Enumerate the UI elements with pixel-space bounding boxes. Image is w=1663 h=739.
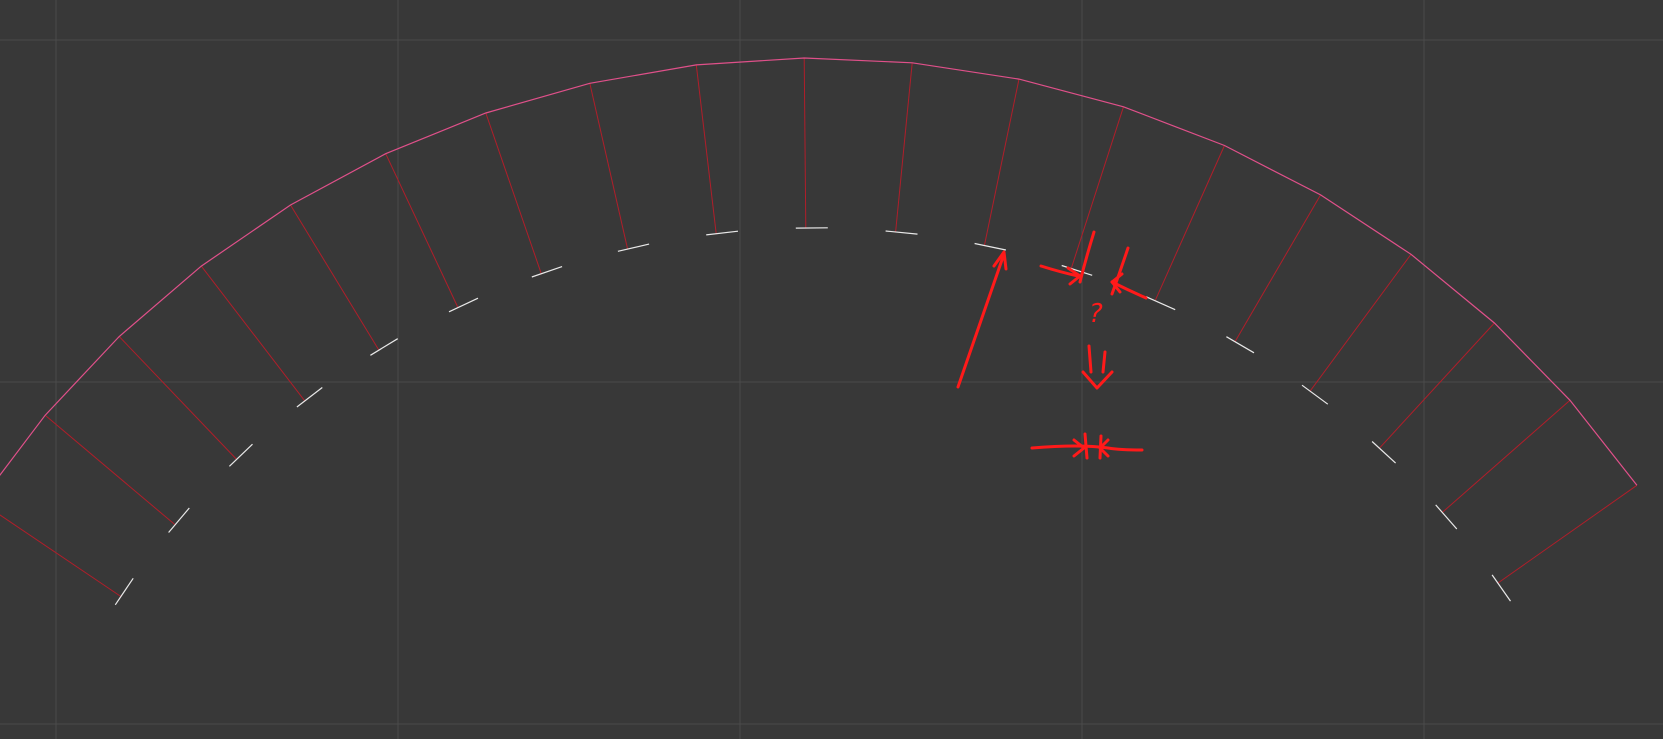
normal-line [1070,106,1124,269]
tick-mark [1371,441,1397,464]
normal-line [1309,254,1412,392]
tick-mark [1491,574,1511,602]
normal-line [695,64,717,234]
pointer-arrow [956,252,1006,389]
offset-tick-marks [114,227,1511,606]
normal-line [589,83,629,250]
tick-mark [1145,296,1176,311]
tick-mark [448,297,479,313]
tick-mark [706,230,739,236]
question-mark: ? [1089,299,1103,329]
normal-line [1497,484,1638,584]
tick-mark [168,507,190,533]
normal-line [44,414,176,526]
tick-mark [885,230,918,235]
measure-bottom-bar-left [1083,432,1089,460]
normal-line [895,62,913,233]
normal-line [803,57,807,229]
tick-mark [1226,336,1255,354]
background-grid [0,0,1663,739]
normal-line [385,153,459,308]
tick-mark [974,242,1007,251]
normal-lines [0,57,1638,597]
hand-drawn-annotations: ? [956,230,1148,460]
tick-mark [114,577,134,606]
normal-line [485,112,542,274]
normal-line [1441,399,1571,513]
measure-bottom-bar-right [1098,434,1103,460]
implies-arrow-head [1081,370,1114,390]
normal-line [0,514,122,597]
normal-line [983,78,1020,246]
tick-mark [370,338,399,356]
implies-arrow-shaft-left [1087,344,1093,374]
normal-line [118,336,237,460]
normal-line [290,204,380,351]
normal-line [1154,145,1225,302]
tick-mark [617,243,650,252]
tick-mark [1301,384,1329,405]
normal-line [1379,322,1495,449]
3d-viewport[interactable]: ? [0,0,1663,739]
normal-line [1234,194,1322,343]
viewport-canvas[interactable]: ? [0,0,1663,739]
tick-mark [531,266,563,278]
implies-arrow-shaft-right [1101,350,1107,374]
normal-line [200,265,306,402]
tick-mark [296,387,323,408]
